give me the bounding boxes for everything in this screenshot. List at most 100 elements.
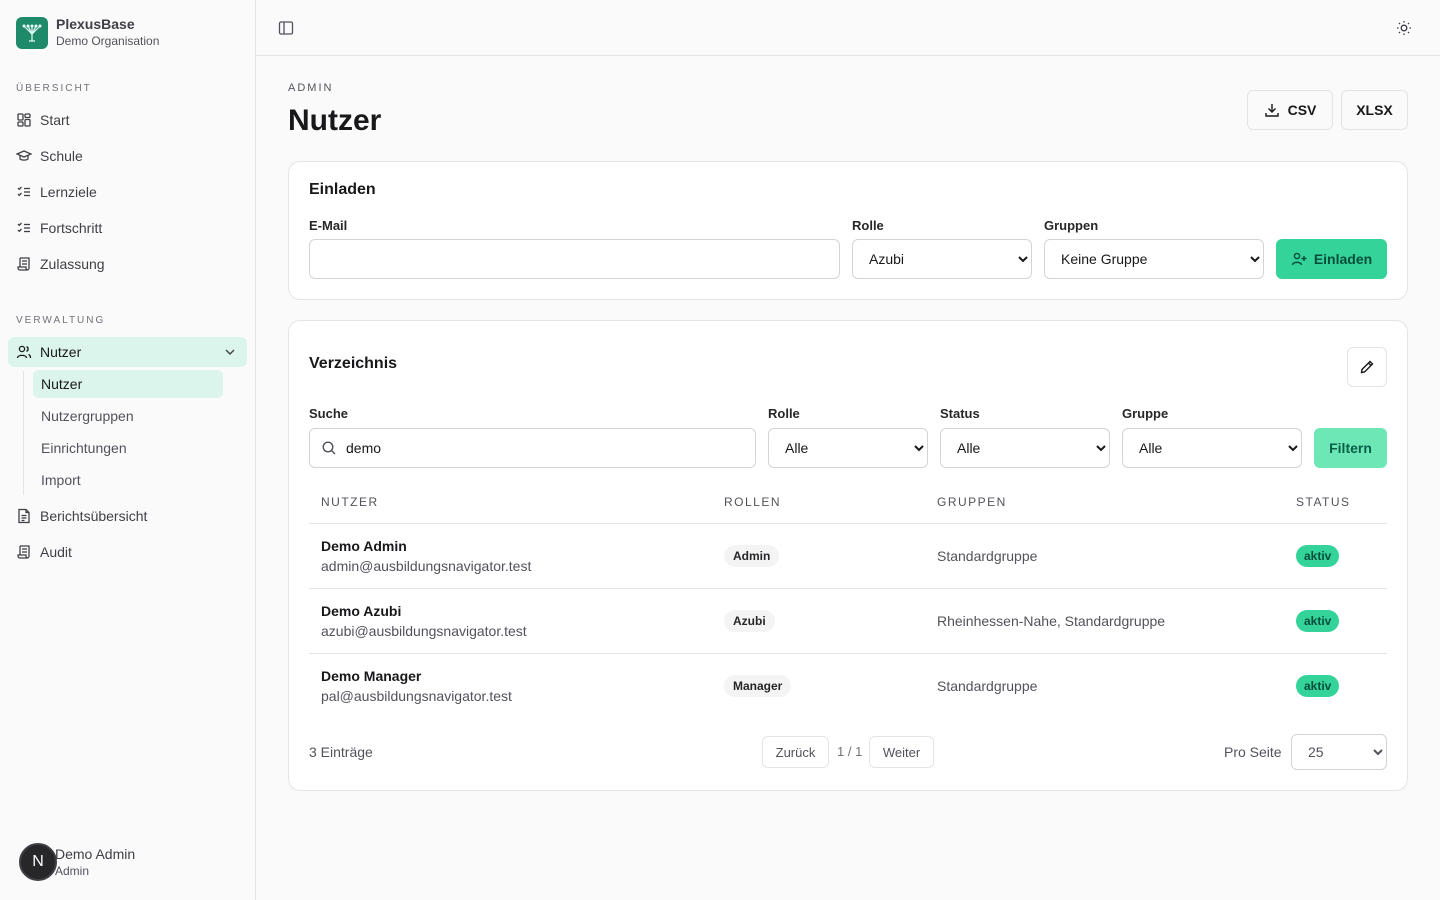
- export-xlsx-button[interactable]: XLSX: [1341, 90, 1408, 130]
- sidebar-subitem-nutzer[interactable]: Nutzer: [33, 370, 223, 398]
- filter-group-select[interactable]: Alle: [1122, 428, 1302, 468]
- user-groups: Rheinhessen-Nahe, Standardgruppe: [937, 613, 1166, 629]
- avatar: N: [19, 843, 57, 881]
- page-indicator: 1 / 1: [837, 744, 863, 759]
- email-label: E-Mail: [309, 218, 348, 233]
- sidebar-item-label: Fortschritt: [40, 220, 103, 236]
- download-icon: [1264, 102, 1280, 118]
- invite-title: Einladen: [309, 181, 376, 198]
- sidebar-subitem-import[interactable]: Import: [33, 466, 223, 494]
- user-name: Demo Azubi: [321, 603, 402, 619]
- organisation-name: Demo Organisation: [56, 34, 160, 48]
- current-user[interactable]: N Demo Admin Admin: [19, 843, 135, 881]
- section-label-overview: ÜBERSICHT: [16, 83, 92, 94]
- user-groups: Standardgruppe: [937, 678, 1038, 694]
- entry-count: 3 Einträge: [309, 744, 373, 760]
- export-xlsx-label: XLSX: [1356, 102, 1393, 118]
- sidebar-item-start[interactable]: Start: [8, 105, 247, 135]
- invite-card: Einladen E-Mail Rolle Azubi Gruppen Kein…: [288, 161, 1408, 300]
- search-label: Suche: [309, 406, 349, 421]
- section-label-admin: VERWALTUNG: [16, 315, 106, 326]
- current-user-role: Admin: [55, 864, 90, 878]
- role-badge: Manager: [724, 675, 792, 697]
- scroll-icon: [16, 256, 32, 272]
- user-email: pal@ausbildungsnavigator.test: [321, 688, 512, 704]
- sidebar-item-label: Audit: [40, 544, 72, 560]
- users-icon: [16, 344, 32, 360]
- filter-status-label: Status: [940, 406, 980, 421]
- sidebar-item-label: Berichtsübersicht: [40, 508, 148, 524]
- sidebar: PlexusBase Demo Organisation ÜBERSICHT S…: [0, 0, 256, 900]
- user-email: admin@ausbildungsnavigator.test: [321, 558, 532, 574]
- chevron-down-icon: [223, 345, 237, 359]
- dashboard-icon: [16, 112, 32, 128]
- sidebar-item-label: Lernziele: [40, 184, 97, 200]
- column-header-groups[interactable]: GRUPPEN: [937, 495, 1007, 509]
- column-header-user[interactable]: NUTZER: [321, 495, 379, 509]
- page-title: Nutzer: [288, 104, 382, 137]
- table-row[interactable]: Demo Manager pal@ausbildungsnavigator.te…: [309, 653, 1387, 718]
- sidebar-item-label: Start: [40, 112, 70, 128]
- user-name: Demo Manager: [321, 668, 422, 684]
- groups-label: Gruppen: [1044, 218, 1099, 233]
- submenu-guide-line: [23, 371, 24, 495]
- sidebar-item-label: Schule: [40, 148, 83, 164]
- search-box: [309, 428, 756, 468]
- sidebar-item-schule[interactable]: Schule: [8, 141, 247, 171]
- sidebar-subitem-nutzergruppen[interactable]: Nutzergruppen: [33, 402, 223, 430]
- sidebar-item-audit[interactable]: Audit: [8, 537, 247, 567]
- per-page-label: Pro Seite: [1224, 744, 1282, 760]
- sidebar-item-nutzer-group[interactable]: Nutzer: [8, 337, 247, 367]
- email-field[interactable]: [309, 239, 840, 279]
- next-page-button[interactable]: Weiter: [869, 736, 934, 768]
- filter-status-select[interactable]: Alle: [940, 428, 1110, 468]
- status-badge: aktiv: [1296, 545, 1340, 567]
- current-user-name: Demo Admin: [55, 846, 136, 862]
- search-input[interactable]: [309, 428, 756, 468]
- column-header-roles[interactable]: ROLLEN: [724, 495, 781, 509]
- invite-button-label: Einladen: [1313, 251, 1373, 267]
- user-plus-icon: [1291, 251, 1307, 267]
- sidebar-subitem-einrichtungen[interactable]: Einrichtungen: [33, 434, 223, 462]
- sidebar-item-lernziele[interactable]: Lernziele: [8, 177, 247, 207]
- export-csv-label: CSV: [1287, 102, 1317, 118]
- sidebar-item-fortschritt[interactable]: Fortschritt: [8, 213, 247, 243]
- page-eyebrow: ADMIN: [288, 82, 334, 94]
- table-row[interactable]: Demo Admin admin@ausbildungsnavigator.te…: [309, 523, 1387, 588]
- sidebar-item-label: Nutzer: [40, 344, 82, 360]
- sidebar-toggle-icon[interactable]: [274, 16, 298, 40]
- role-label: Rolle: [852, 218, 884, 233]
- per-page-select[interactable]: 25: [1291, 734, 1387, 770]
- invite-button[interactable]: Einladen: [1276, 239, 1387, 279]
- prev-page-button[interactable]: Zurück: [762, 736, 829, 768]
- search-icon: [321, 440, 337, 456]
- invite-role-select[interactable]: Azubi: [852, 239, 1032, 279]
- graduation-cap-icon: [16, 148, 32, 164]
- table-row[interactable]: Demo Azubi azubi@ausbildungsnavigator.te…: [309, 588, 1387, 653]
- app-name: PlexusBase: [56, 16, 135, 32]
- invite-groups-select[interactable]: Keine Gruppe: [1044, 239, 1264, 279]
- filter-group-label: Gruppe: [1122, 406, 1169, 421]
- edit-button[interactable]: [1347, 347, 1387, 387]
- checklist-icon: [16, 184, 32, 200]
- brand-logo-icon: [16, 16, 48, 49]
- export-csv-button[interactable]: CSV: [1247, 90, 1333, 130]
- status-badge: aktiv: [1296, 675, 1340, 697]
- scroll-icon: [16, 544, 32, 560]
- topbar: [256, 0, 1440, 56]
- filter-role-select[interactable]: Alle: [768, 428, 928, 468]
- filter-button[interactable]: Filtern: [1314, 428, 1387, 468]
- sidebar-item-berichtsuebersicht[interactable]: Berichtsübersicht: [8, 501, 247, 531]
- pencil-icon: [1359, 359, 1375, 375]
- brand[interactable]: PlexusBase Demo Organisation: [16, 16, 159, 49]
- status-badge: aktiv: [1296, 610, 1340, 632]
- sidebar-item-label: Zulassung: [40, 256, 105, 272]
- file-text-icon: [16, 508, 32, 524]
- user-email: azubi@ausbildungsnavigator.test: [321, 623, 527, 639]
- role-badge: Azubi: [724, 610, 775, 632]
- user-name: Demo Admin: [321, 538, 407, 554]
- sidebar-item-zulassung[interactable]: Zulassung: [8, 249, 247, 279]
- filter-role-label: Rolle: [768, 406, 800, 421]
- column-header-status[interactable]: STATUS: [1296, 495, 1351, 509]
- theme-toggle-sun-icon[interactable]: [1392, 16, 1416, 40]
